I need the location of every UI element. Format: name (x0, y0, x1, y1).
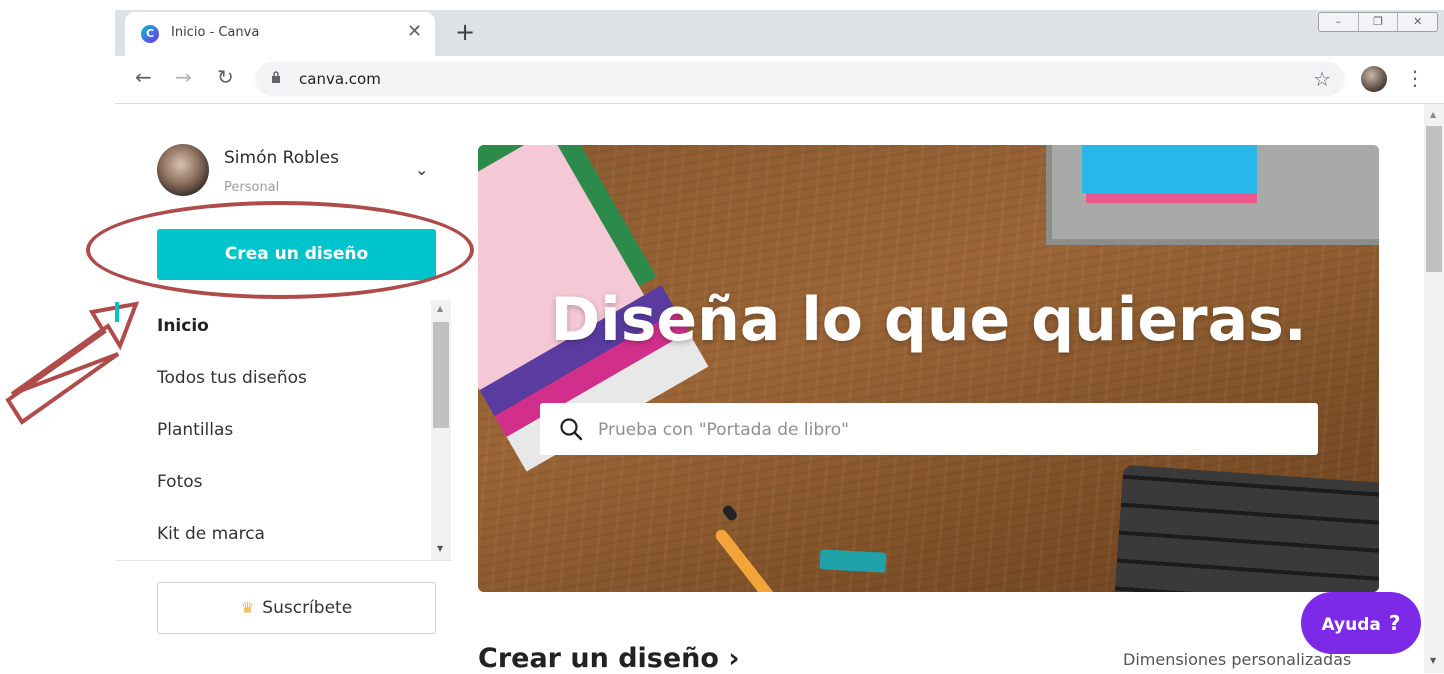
new-tab-button[interactable]: + (455, 18, 475, 46)
avatar (157, 144, 209, 196)
sidebar-nav: Inicio Todos tus diseños Plantillas Foto… (115, 300, 452, 561)
keyboard-illustration (1113, 464, 1379, 592)
tab-title: Inicio - Canva (171, 25, 260, 40)
scroll-up-icon[interactable]: ▲ (437, 304, 443, 313)
active-indicator (115, 302, 119, 322)
sidebar-scrollbar[interactable]: ▲ ▼ (431, 300, 451, 560)
page-scroll-up-icon[interactable]: ▲ (1430, 110, 1436, 119)
reload-icon[interactable]: ↻ (217, 65, 234, 89)
sidebar-item-fotos[interactable]: Fotos (157, 472, 203, 492)
pen-tip-illustration (721, 503, 739, 523)
search-icon (560, 418, 583, 441)
browser-tab[interactable]: C Inicio - Canva ✕ (125, 12, 435, 56)
url-text: canva.com (299, 70, 381, 88)
browser-toolbar: ← → ↻ canva.com ☆ ⋮ (115, 56, 1444, 104)
user-name: Simón Robles (224, 148, 339, 168)
hero-title: Diseña lo que quieras. (550, 285, 1307, 355)
browser-profile-avatar[interactable] (1361, 66, 1387, 92)
search-input[interactable] (596, 413, 1300, 447)
browser-menu-icon[interactable]: ⋮ (1405, 66, 1425, 90)
sidebar-item-inicio[interactable]: Inicio (157, 316, 209, 336)
help-label: Ayuda (1321, 615, 1381, 635)
page-scrollbar[interactable]: ▲ ▼ (1424, 104, 1444, 673)
restore-icon[interactable]: ❐ (1357, 13, 1398, 31)
chevron-down-icon[interactable]: ⌄ (415, 160, 428, 179)
crown-icon: ♛ (240, 599, 255, 617)
account-switcher[interactable]: Simón Robles Personal ⌄ (157, 144, 437, 200)
pen-illustration (713, 527, 803, 592)
address-bar[interactable]: canva.com ☆ (255, 62, 1345, 96)
design-search-box[interactable] (540, 403, 1318, 455)
window-controls: – ❐ ✕ (1318, 12, 1438, 32)
help-button[interactable]: Ayuda? (1301, 592, 1421, 654)
page-scroll-down-icon[interactable]: ▼ (1430, 656, 1436, 665)
user-plan: Personal (224, 180, 280, 195)
sidebar-item-kit-de-marca[interactable]: Kit de marca (157, 524, 265, 544)
create-design-section-title[interactable]: Crear un diseño › (478, 643, 739, 674)
close-tab-icon[interactable]: ✕ (407, 21, 422, 42)
canva-favicon-icon: C (141, 25, 159, 43)
sidebar-item-todos-tus-disenos[interactable]: Todos tus diseños (157, 368, 307, 388)
lock-icon (272, 71, 280, 83)
eraser-illustration (819, 549, 887, 573)
hero-banner: Diseña lo que quieras. (478, 145, 1379, 592)
question-mark-icon: ? (1388, 611, 1401, 635)
scroll-down-icon[interactable]: ▼ (437, 544, 443, 553)
sticky-notes-tray-illustration (1046, 145, 1379, 245)
forward-arrow-icon[interactable]: → (175, 65, 192, 89)
back-arrow-icon[interactable]: ← (135, 65, 152, 89)
browser-chrome: C Inicio - Canva ✕ + – ❐ ✕ ← → ↻ canva.c… (115, 0, 1444, 104)
annotation-ellipse (86, 201, 474, 299)
subscribe-label: Suscríbete (262, 598, 353, 618)
scroll-thumb[interactable] (433, 322, 449, 428)
tab-strip: C Inicio - Canva ✕ + – ❐ ✕ (115, 10, 1444, 56)
bookmark-star-icon[interactable]: ☆ (1313, 67, 1331, 91)
sidebar-item-plantillas[interactable]: Plantillas (157, 420, 233, 440)
close-window-icon[interactable]: ✕ (1397, 13, 1437, 31)
subscribe-button[interactable]: ♛ Suscríbete (157, 582, 436, 634)
page-scroll-thumb[interactable] (1426, 126, 1442, 272)
custom-dimensions-link[interactable]: Dimensiones personalizadas (1123, 650, 1351, 669)
minimize-icon[interactable]: – (1319, 13, 1358, 31)
